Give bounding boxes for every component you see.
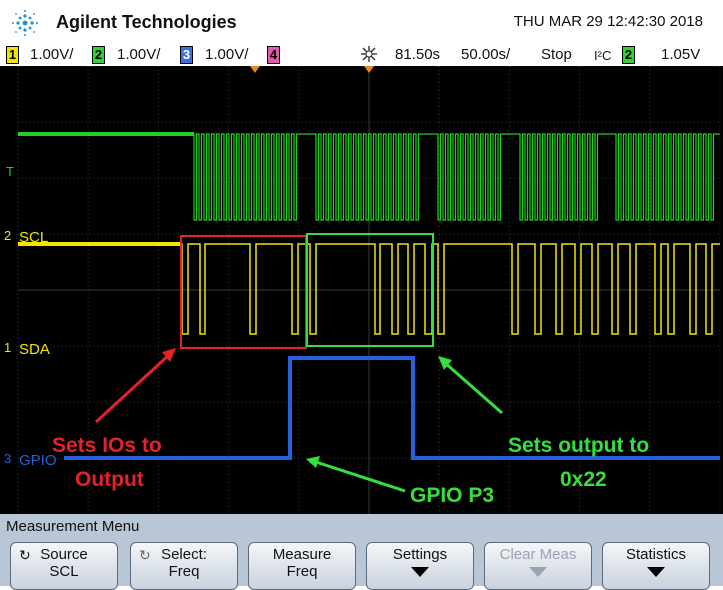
ch4-indicator[interactable]: 4 bbox=[267, 46, 280, 64]
sda-label: SDA bbox=[19, 341, 50, 358]
agilent-spark-logo-icon bbox=[12, 10, 38, 36]
gpio-p3-label: GPIO P3 bbox=[410, 484, 495, 507]
ch1-indicator[interactable]: 1 bbox=[6, 46, 19, 64]
ch4-number: 4 bbox=[267, 46, 280, 64]
status-bar: 1 1.00V/ 2 1.00V/ 3 1.00V/ 4 81.50s 50.0… bbox=[0, 44, 723, 66]
ch1-scale: 1.00V/ bbox=[30, 46, 74, 63]
trigger-delay-icon bbox=[359, 45, 379, 67]
ch2-indicator[interactable]: 2 bbox=[92, 46, 105, 64]
sda-channel-number: 1 bbox=[4, 340, 11, 355]
ch3-indicator[interactable]: 3 bbox=[180, 46, 193, 64]
measure-softkey-label: Measure bbox=[272, 546, 332, 563]
rotate-icon: ↻ bbox=[139, 547, 151, 563]
ch1-number: 1 bbox=[6, 46, 19, 64]
trigger-channel-number: 2 bbox=[622, 46, 635, 64]
gpio-label: GPIO bbox=[19, 452, 57, 469]
ch2-number: 2 bbox=[92, 46, 105, 64]
ch3-number: 3 bbox=[180, 46, 193, 64]
scl-channel-number: 2 bbox=[4, 228, 11, 243]
rotate-icon: ↻ bbox=[19, 547, 31, 563]
header: Agilent Technologies THU MAR 29 12:42:30… bbox=[0, 0, 723, 44]
date-time: THU MAR 29 12:42:30 2018 bbox=[513, 13, 703, 30]
gpio-arrow bbox=[315, 460, 406, 493]
sets-output-label-line1: Sets output to bbox=[508, 434, 650, 457]
source-softkey[interactable]: ↻ Source SCL bbox=[10, 542, 118, 590]
gpio-channel-number: 3 bbox=[4, 451, 11, 466]
timebase-value: 50.00s/ bbox=[461, 46, 511, 63]
arrow-down-icon bbox=[411, 567, 429, 577]
arrow-down-icon bbox=[529, 567, 547, 577]
measure-freq-softkey[interactable]: Measure Freq bbox=[248, 542, 356, 590]
trigger-type: I²C bbox=[594, 48, 612, 63]
ch4-position-marker bbox=[250, 66, 260, 73]
gpio-arrowhead bbox=[306, 456, 320, 468]
statistics-softkey-label: Statistics bbox=[625, 546, 686, 563]
sets-output-arrow bbox=[443, 360, 503, 415]
sets-ios-label-line1: Sets IOs to bbox=[52, 434, 162, 457]
ch2-scale: 1.00V/ bbox=[117, 46, 161, 63]
arrow-down-icon bbox=[647, 567, 665, 577]
select-softkey-value: Freq bbox=[168, 563, 200, 580]
run-state: Stop bbox=[541, 46, 572, 63]
ch3-scale: 1.00V/ bbox=[205, 46, 249, 63]
measure-softkey-value: Freq bbox=[286, 563, 318, 580]
source-softkey-value: SCL bbox=[49, 563, 79, 580]
trigger-level: 1.05V bbox=[661, 46, 701, 63]
sets-output-label-line2: 0x22 bbox=[560, 468, 607, 491]
menu-title: Measurement Menu bbox=[6, 518, 140, 535]
trigger-source-indicator: 2 bbox=[622, 46, 635, 64]
sets-ios-label-line2: Output bbox=[75, 468, 144, 491]
clear-meas-softkey[interactable]: Clear Meas bbox=[484, 542, 592, 590]
brand-name: Agilent Technologies bbox=[56, 12, 237, 32]
settings-softkey[interactable]: Settings bbox=[366, 542, 474, 590]
waveform-display[interactable]: T 2 SCL 1 SDA 3 GPIO Sets IOs to Output … bbox=[0, 66, 723, 514]
sets-ios-arrow bbox=[94, 352, 172, 424]
statistics-softkey[interactable]: Statistics bbox=[602, 542, 710, 590]
measurement-menu: Measurement Menu ↻ Source SCL ↻ Select: … bbox=[0, 514, 723, 590]
select-softkey[interactable]: ↻ Select: Freq bbox=[130, 542, 238, 590]
clear-meas-softkey-label: Clear Meas bbox=[499, 546, 577, 563]
settings-softkey-label: Settings bbox=[392, 546, 448, 563]
trigger-time-marker bbox=[364, 66, 374, 73]
delay-value: 81.50s bbox=[395, 46, 441, 63]
trigger-level-label: T bbox=[6, 164, 14, 179]
trigger-trace bbox=[18, 133, 720, 221]
